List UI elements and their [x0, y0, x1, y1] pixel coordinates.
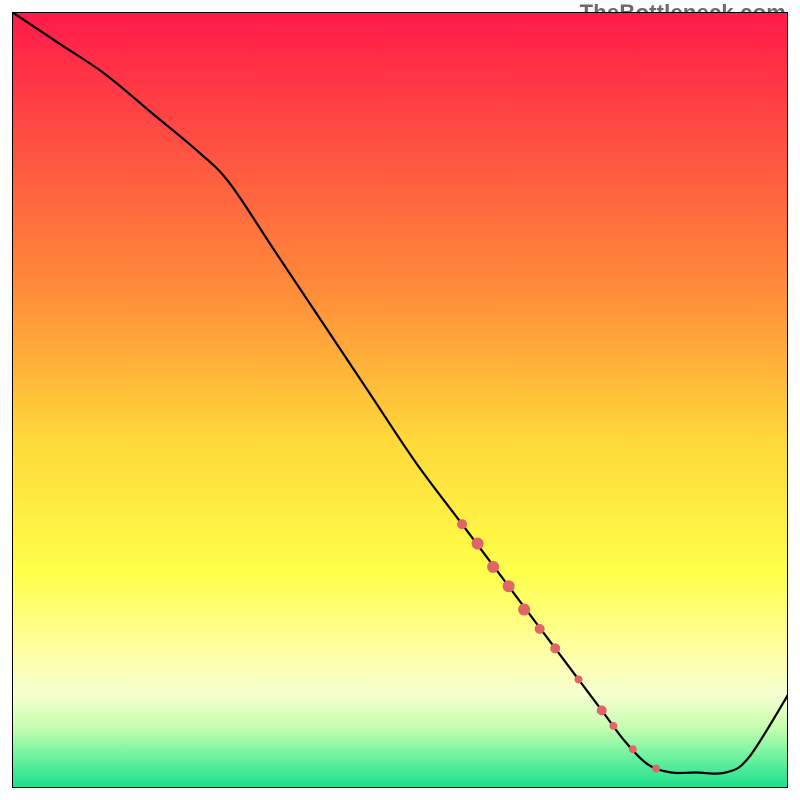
highlight-marker	[550, 643, 560, 653]
highlight-marker	[652, 765, 660, 773]
highlight-marker	[503, 580, 515, 592]
highlight-marker	[472, 538, 484, 550]
chart-container: TheBottleneck.com	[0, 0, 800, 800]
gradient-background	[12, 12, 788, 788]
highlight-marker	[457, 519, 467, 529]
highlight-marker	[597, 705, 607, 715]
highlight-marker	[535, 624, 545, 634]
highlight-marker	[629, 745, 637, 753]
chart-svg	[12, 12, 788, 788]
highlight-marker	[487, 561, 499, 573]
highlight-marker	[609, 722, 617, 730]
plot-area	[12, 12, 788, 788]
highlight-marker	[574, 675, 582, 683]
highlight-marker	[518, 604, 530, 616]
